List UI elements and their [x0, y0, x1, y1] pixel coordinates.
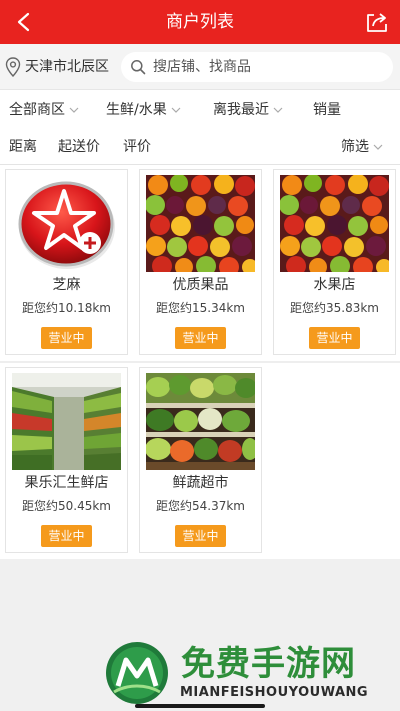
watermark-logo-icon — [106, 642, 168, 704]
watermark-subtitle: MIANFEISHOUYOUWANG — [180, 685, 369, 700]
filter-button[interactable]: 筛选 — [341, 136, 383, 156]
shop-distance: 距您约50.45km — [22, 499, 111, 513]
sort-label: 距离 — [9, 139, 37, 155]
shop-fruit-image — [280, 175, 389, 272]
shop-name: 优质果品 — [172, 277, 229, 293]
status-badge: 营业中 — [41, 525, 92, 547]
filter-panel: 全部商区 生鲜/水果 离我最近 销量 距离 起送价 评价 筛选 — [0, 90, 400, 165]
shop-vegetable-image — [146, 373, 255, 470]
watermark-title: 免费手游网 — [181, 644, 356, 684]
filter-all-districts[interactable]: 全部商区 — [9, 99, 79, 119]
filter-sales[interactable]: 销量 — [313, 99, 341, 119]
filter-fresh-fruit[interactable]: 生鲜/水果 — [106, 99, 181, 119]
share-icon[interactable] — [364, 9, 390, 35]
chevron-down-icon — [171, 107, 181, 113]
sort-min-order[interactable]: 起送价 — [58, 136, 100, 156]
shop-distance: 距您约15.34km — [156, 301, 245, 315]
shop-name: 果乐汇生鲜店 — [24, 475, 109, 491]
page-title: 商户列表 — [166, 12, 234, 32]
filter-label: 离我最近 — [213, 102, 269, 118]
home-indicator — [135, 704, 265, 708]
status-badge: 营业中 — [175, 525, 226, 547]
filter-label: 销量 — [313, 102, 341, 118]
sort-label: 起送价 — [58, 139, 100, 155]
chevron-down-icon — [69, 107, 79, 113]
shop-logo-image — [12, 175, 121, 272]
sort-distance[interactable]: 距离 — [9, 136, 37, 156]
shop-card[interactable]: 优质果品 距您约15.34km 营业中 — [139, 169, 262, 355]
top-bar: 商户列表 — [0, 0, 400, 44]
status-badge: 营业中 — [309, 327, 360, 349]
shop-card[interactable]: 鲜蔬超市 距您约54.37km 营业中 — [139, 367, 262, 553]
search-icon — [131, 60, 146, 75]
filter-label: 全部商区 — [9, 102, 65, 118]
filter-label: 生鲜/水果 — [106, 102, 167, 118]
shop-fruit-image — [146, 175, 255, 272]
shop-card[interactable]: 水果店 距您约35.83km 营业中 — [273, 169, 396, 355]
shop-produce-image — [12, 373, 121, 470]
shop-distance: 距您约54.37km — [156, 499, 245, 513]
location-city[interactable]: 天津市北辰区 — [25, 44, 109, 90]
status-badge: 营业中 — [175, 327, 226, 349]
shop-name: 水果店 — [313, 277, 356, 293]
row-divider — [0, 361, 400, 363]
shop-distance: 距您约10.18km — [22, 301, 111, 315]
shop-distance: 距您约35.83km — [290, 301, 379, 315]
shop-card[interactable]: 芝麻 距您约10.18km 营业中 — [5, 169, 128, 355]
shop-name: 芝麻 — [52, 277, 81, 293]
shop-grid: 芝麻 距您约10.18km 营业中 优质果品 距您约15.34km 营业中 水果… — [0, 165, 400, 559]
chevron-down-icon — [273, 107, 283, 113]
shop-name: 鲜蔬超市 — [172, 475, 229, 491]
filter-button-label: 筛选 — [341, 139, 369, 155]
status-badge: 营业中 — [41, 327, 92, 349]
location-search-bar: 天津市北辰区 — [0, 44, 400, 90]
search-input[interactable] — [153, 52, 383, 82]
sort-rating[interactable]: 评价 — [123, 136, 151, 156]
filter-nearest[interactable]: 离我最近 — [213, 99, 283, 119]
shop-card[interactable]: 果乐汇生鲜店 距您约50.45km 营业中 — [5, 367, 128, 553]
location-pin-icon — [5, 57, 21, 77]
chevron-down-icon — [373, 144, 383, 150]
search-box[interactable] — [121, 52, 393, 82]
sort-label: 评价 — [123, 139, 151, 155]
